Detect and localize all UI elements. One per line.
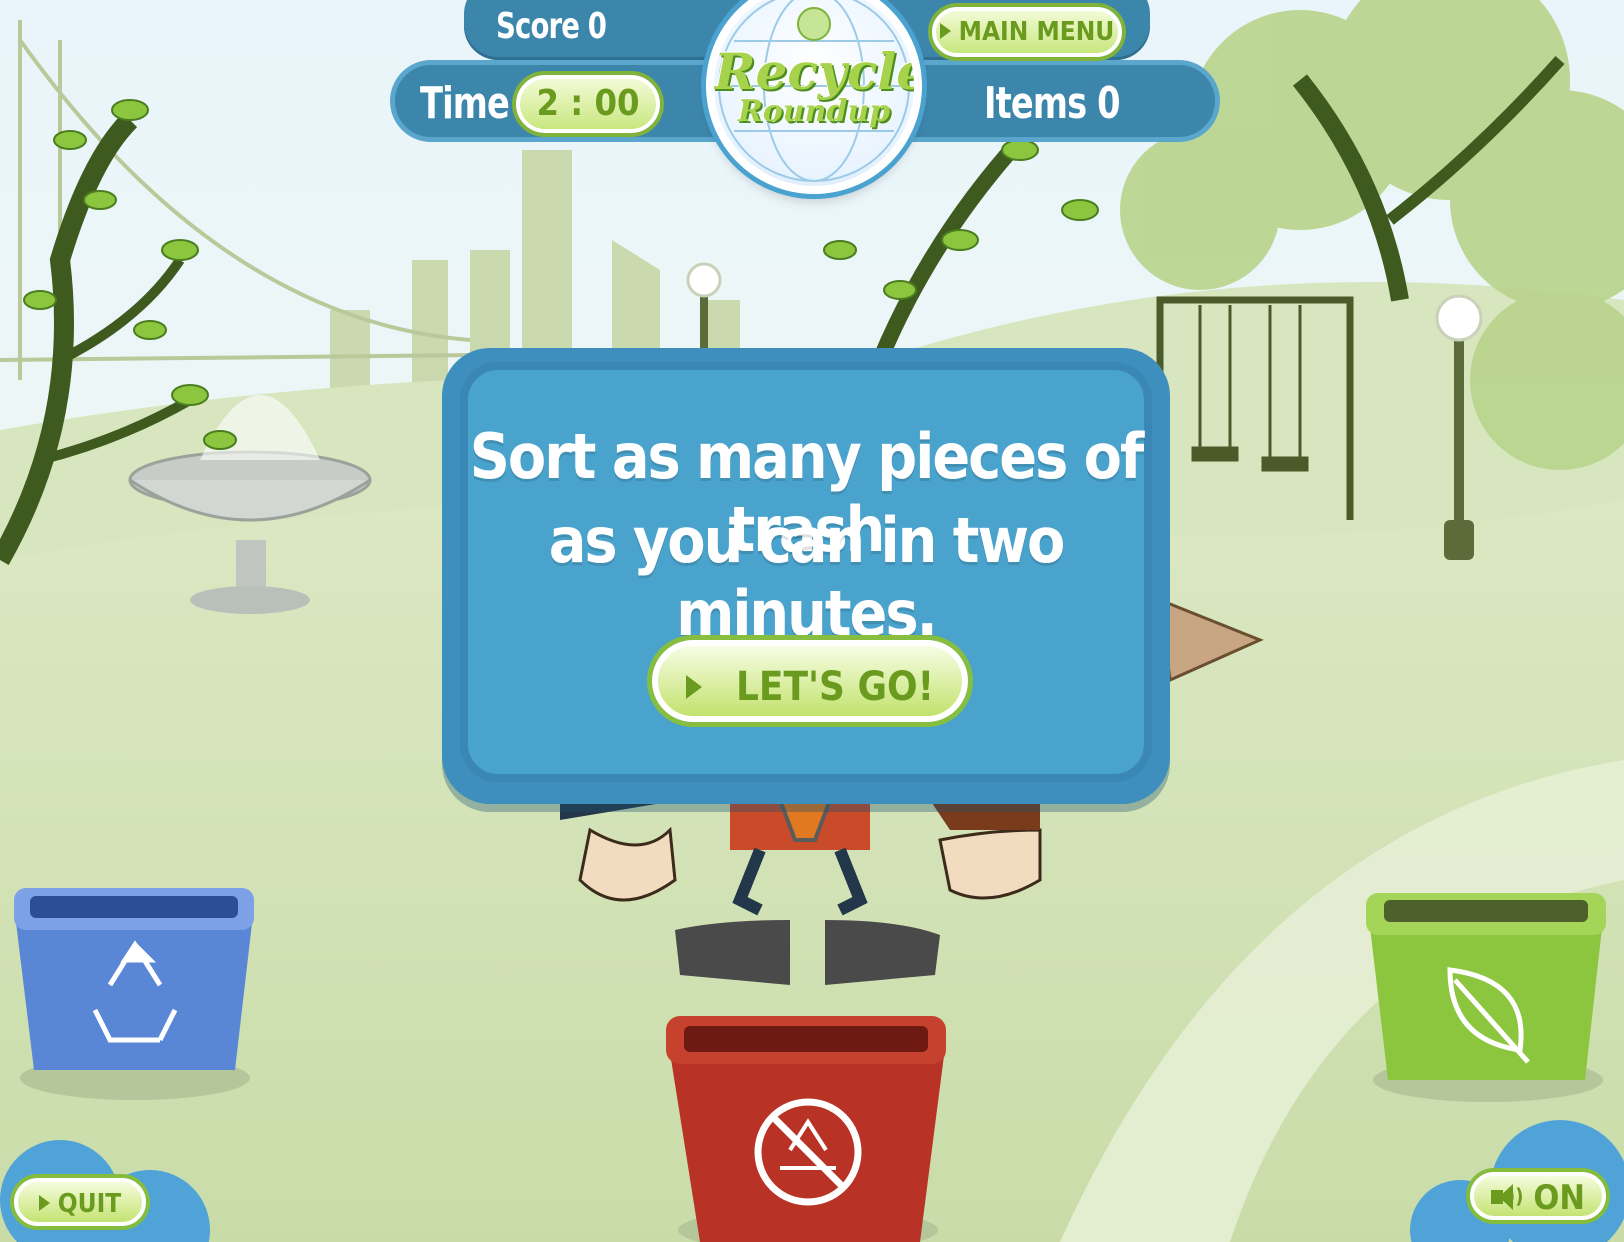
quit-button[interactable]: QUIT xyxy=(14,1178,146,1226)
logo-word-roundup: Roundup xyxy=(737,94,891,129)
main-menu-label: MAIN MENU xyxy=(958,17,1115,47)
speaker-icon xyxy=(1490,1183,1513,1210)
trash-bin[interactable] xyxy=(666,1016,946,1242)
score-label: Score 0 xyxy=(496,6,607,47)
play-triangle-icon xyxy=(939,22,951,39)
timer-display: 2 : 00 xyxy=(516,75,660,133)
sound-waves-icon: )) xyxy=(1506,1183,1524,1208)
logo-word-recycle: Recycle xyxy=(714,42,922,101)
compost-bin[interactable] xyxy=(1366,893,1606,1102)
play-triangle-icon xyxy=(38,1194,50,1211)
quit-label: QUIT xyxy=(57,1189,122,1219)
main-menu-button[interactable]: MAIN MENU xyxy=(932,7,1122,57)
lets-go-button[interactable]: LET'S GO! xyxy=(652,640,968,722)
play-triangle-icon xyxy=(685,675,702,699)
recycle-bin[interactable] xyxy=(14,888,254,1100)
time-label: Time xyxy=(420,78,510,129)
instruction-line-2: as you can in two minutes. xyxy=(548,504,1066,650)
sound-toggle-button[interactable]: )) ON xyxy=(1470,1172,1606,1220)
game-logo: Recycle Roundup xyxy=(706,0,922,194)
lets-go-label: LET'S GO! xyxy=(735,664,935,710)
sound-label: ON xyxy=(1533,1178,1586,1218)
items-label: Items 0 xyxy=(984,78,1121,129)
